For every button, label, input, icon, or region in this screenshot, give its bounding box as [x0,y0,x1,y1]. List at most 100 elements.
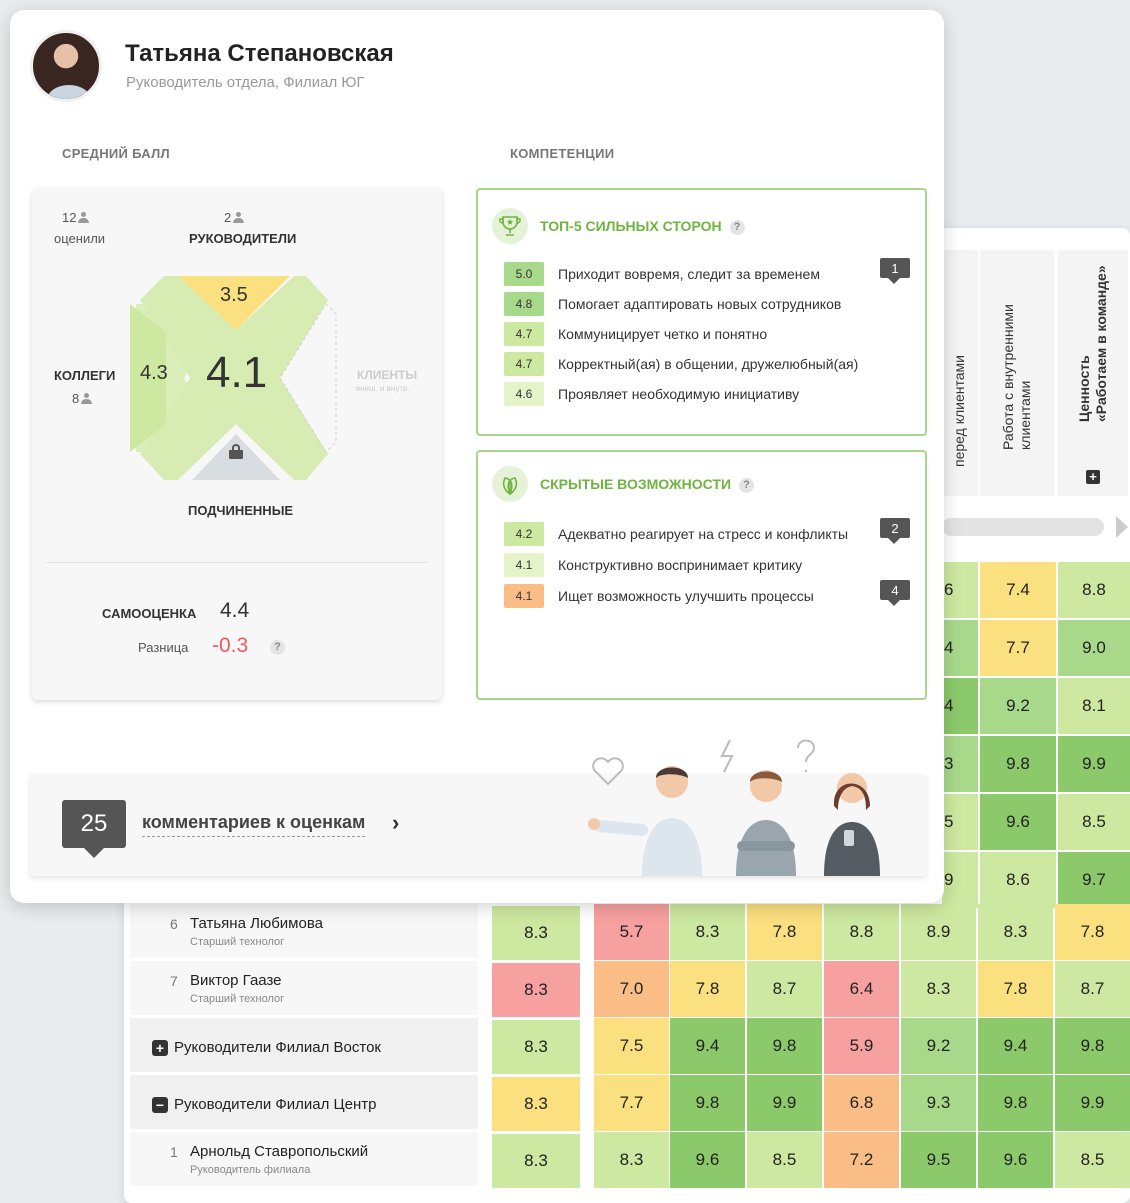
table-cell[interactable]: 8.3 [901,961,976,1017]
comment-count-badge[interactable]: 2 [880,518,910,544]
table-cell[interactable]: 7.2 [824,1132,899,1188]
column-header-clients[interactable]: перед клиентами [942,250,980,496]
expand-column-icon[interactable]: + [1086,470,1100,484]
comment-count-badge[interactable]: 4 [880,580,910,606]
managers-count-value: 2 [224,210,232,225]
person-row-label[interactable]: 1 Арнольд Ставропольский Руководитель фили… [130,1132,478,1186]
help-icon[interactable]: ? [729,220,745,235]
table-cell[interactable]: 9.8 [747,1018,822,1074]
avatar [30,30,102,102]
table-cell[interactable]: 8.3 [978,904,1053,960]
table-cell[interactable]: 3 [942,736,978,792]
table-cell[interactable]: 6.8 [824,1075,899,1131]
clients-label: КЛИЕНТЫ [357,368,418,382]
table-cell[interactable]: 9.6 [978,1132,1053,1188]
total-score-cell[interactable]: 8.3 [492,906,580,960]
competency-row[interactable]: 4.8 Помогает адаптировать новых сотрудник… [504,292,904,316]
table-cell[interactable]: 7.5 [594,1018,669,1074]
comments-bar[interactable]: 25 комментариев к оценкам › [30,739,926,876]
help-icon[interactable]: ? [739,478,755,493]
expand-icon[interactable]: + [152,1040,168,1056]
competency-row[interactable]: 4.7 Коммуницирует четко и понятно [504,322,904,346]
table-cell[interactable]: 4 [942,620,978,676]
table-cell[interactable]: 9.3 [901,1075,976,1131]
table-cell[interactable]: 7.7 [594,1075,669,1131]
person-row-label[interactable]: 6 Татьяна Любимова Старший технолог [130,904,478,958]
group-row-label[interactable]: + Руководители Филиал Восток [130,1018,478,1072]
table-cell[interactable]: 8.7 [1055,961,1130,1017]
collapse-icon[interactable]: − [152,1097,168,1113]
table-cell[interactable]: 9.7 [1058,852,1130,908]
help-icon[interactable]: ? [270,640,285,655]
total-score-cell[interactable]: 8.3 [492,963,580,1017]
table-cell[interactable]: 7.8 [747,904,822,960]
table-cell[interactable]: 9.6 [980,794,1056,850]
total-score-cell[interactable]: 8.3 [492,1134,580,1188]
table-cell[interactable]: 8.3 [670,904,745,960]
competency-row[interactable]: 4.1 Конструктивно воспринимает критику [504,553,904,577]
comments-link[interactable]: комментариев к оценкам [142,812,366,837]
table-cell[interactable]: 9.9 [1055,1075,1130,1131]
table-cell[interactable]: 8.7 [747,961,822,1017]
table-cell[interactable]: 9.2 [980,678,1056,734]
table-cell[interactable]: 5.7 [594,904,669,960]
table-cell[interactable]: 9.0 [1058,620,1130,676]
competency-text: Адекватно реагирует на стресс и конфликт… [558,526,849,542]
table-cell[interactable]: 7.0 [594,961,669,1017]
competency-row[interactable]: 4.6 Проявляет необходимую инициативу [504,382,904,406]
table-cell[interactable]: 4 [942,678,978,734]
managers-score: 3.5 [220,284,248,306]
table-cell[interactable]: 8.8 [824,904,899,960]
competency-row[interactable]: 4.2 Адекватно реагирует на стресс и конфл… [504,518,910,546]
table-cell[interactable]: 6.4 [824,961,899,1017]
table-cell[interactable]: 6 [942,562,978,618]
total-score-cell[interactable]: 8.3 [492,1077,580,1131]
group-name: Руководители Филиал Центр [174,1096,377,1113]
table-cell[interactable]: 9 [942,852,978,908]
table-cell[interactable]: 9.9 [747,1075,822,1131]
table-cell[interactable]: 9.4 [670,1018,745,1074]
table-cell[interactable]: 7.8 [670,961,745,1017]
competency-row[interactable]: 5.0 Приходит вовремя, следит за временем 1 [504,258,910,286]
table-cell[interactable]: 5 [942,794,978,850]
section-title-competencies: КОМПЕТЕНЦИИ [510,146,615,161]
person-row-label[interactable]: 7 Виктор Гаазе Старший технолог [130,961,478,1015]
competency-text: Конструктивно воспринимает критику [558,557,803,573]
table-cell[interactable]: 9.2 [901,1018,976,1074]
column-header-teamwork[interactable]: Ценность «Работаем в команде» + [1058,250,1130,496]
table-cell[interactable]: 9.8 [978,1075,1053,1131]
table-cell[interactable]: 8.6 [980,852,1056,908]
table-cell[interactable]: 5.9 [824,1018,899,1074]
table-cell[interactable]: 8.1 [1058,678,1130,734]
total-score-cell[interactable]: 8.3 [492,1020,580,1074]
table-cell[interactable]: 9.8 [1055,1018,1130,1074]
comment-count-badge[interactable]: 1 [880,258,910,284]
table-cell[interactable]: 7.8 [978,961,1053,1017]
managers-count: 2 [224,210,245,225]
table-cell[interactable]: 9.8 [980,736,1056,792]
group-name: Руководители Филиал Восток [174,1039,381,1056]
table-cell[interactable]: 7.7 [980,620,1056,676]
chevron-right-icon[interactable]: › [392,810,399,836]
table-cell[interactable]: 8.5 [1055,1132,1130,1188]
table-cell[interactable]: 7.8 [1055,904,1130,960]
competency-row[interactable]: 4.1 Ищет возможность улучшить процессы 4 [504,580,910,608]
table-cell[interactable]: 9.6 [670,1132,745,1188]
horizontal-scrollbar[interactable] [942,518,1104,536]
team-illustration [588,739,880,876]
column-header-text: Работа с внутренними клиентами [1000,304,1033,450]
table-cell[interactable]: 8.5 [1058,794,1130,850]
table-cell[interactable]: 8.3 [594,1132,669,1188]
group-row-label[interactable]: − Руководители Филиал Центр [130,1075,478,1129]
table-cell[interactable]: 8.9 [901,904,976,960]
competency-row[interactable]: 4.7 Корректный(ая) в общении, дружелюбный… [504,352,904,376]
table-cell[interactable]: 8.5 [747,1132,822,1188]
table-cell[interactable]: 9.9 [1058,736,1130,792]
table-cell[interactable]: 9.4 [978,1018,1053,1074]
scroll-right-icon[interactable] [1116,516,1128,538]
table-cell[interactable]: 9.8 [670,1075,745,1131]
table-cell[interactable]: 8.8 [1058,562,1130,618]
column-header-internal-clients[interactable]: Работа с внутренними клиентами [980,250,1056,496]
table-cell[interactable]: 7.4 [980,562,1056,618]
table-cell[interactable]: 9.5 [901,1132,976,1188]
